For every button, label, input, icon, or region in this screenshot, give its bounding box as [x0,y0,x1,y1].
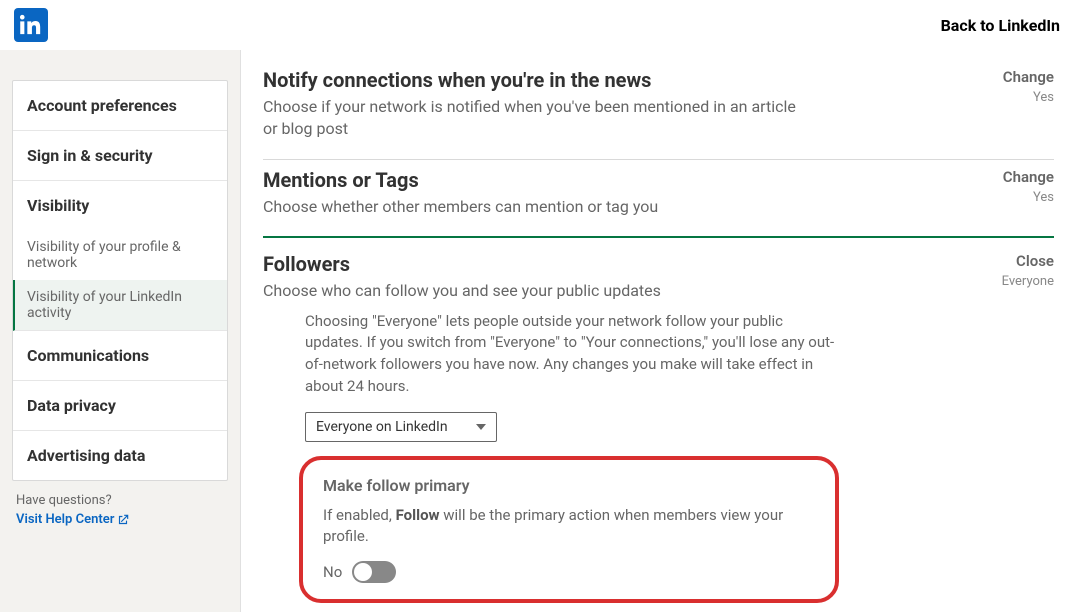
section-mentions: Mentions or Tags Choose whether other me… [263,160,1054,238]
mentions-change-link[interactable]: Change [974,168,1054,186]
make-follow-primary-desc: If enabled, Follow will be the primary a… [323,505,815,547]
make-follow-primary-box: Make follow primary If enabled, Follow w… [299,456,839,603]
sidebar-item-advertising-data[interactable]: Advertising data [13,431,227,480]
chevron-down-icon [476,424,486,430]
mentions-desc: Choose whether other members can mention… [263,196,803,218]
news-change-link[interactable]: Change [974,68,1054,86]
back-to-linkedin-link[interactable]: Back to LinkedIn [941,16,1060,35]
sidebar-item-sign-in-security[interactable]: Sign in & security [13,131,227,181]
sidebar-item-account-preferences[interactable]: Account preferences [13,81,227,131]
settings-main: Notify connections when you're in the ne… [240,50,1080,612]
make-follow-primary-title: Make follow primary [323,476,815,495]
section-followers: Followers Choose who can follow you and … [263,238,1054,612]
news-title: Notify connections when you're in the ne… [263,68,954,92]
mentions-value: Yes [974,190,1054,205]
followers-value: Everyone [974,274,1054,289]
news-desc: Choose if your network is notified when … [263,96,803,141]
followers-select-value: Everyone on LinkedIn [316,419,448,435]
linkedin-logo[interactable] [14,8,48,42]
followers-detail-text: Choosing "Everyone" lets people outside … [305,311,835,398]
mentions-title: Mentions or Tags [263,168,954,192]
help-question-text: Have questions? [16,493,224,508]
make-follow-primary-toggle[interactable] [352,561,396,583]
sidebar-item-communications[interactable]: Communications [13,331,227,381]
sidebar-subitem-profile-visibility[interactable]: Visibility of your profile & network [13,230,227,280]
followers-close-link[interactable]: Close [974,252,1054,270]
sidebar-item-visibility[interactable]: Visibility [13,181,227,230]
sidebar-item-data-privacy[interactable]: Data privacy [13,381,227,431]
news-value: Yes [974,90,1054,105]
settings-sidebar: Account preferences Sign in & security V… [12,80,228,481]
visit-help-center-link[interactable]: Visit Help Center [16,512,130,527]
section-news: Notify connections when you're in the ne… [263,60,1054,160]
external-link-icon [116,513,130,527]
followers-title: Followers [263,252,954,276]
followers-select[interactable]: Everyone on LinkedIn [305,412,497,442]
help-link-label: Visit Help Center [16,512,114,527]
toggle-label: No [323,563,342,581]
followers-desc: Choose who can follow you and see your p… [263,280,803,302]
sidebar-subitem-activity-visibility[interactable]: Visibility of your LinkedIn activity [13,280,227,331]
